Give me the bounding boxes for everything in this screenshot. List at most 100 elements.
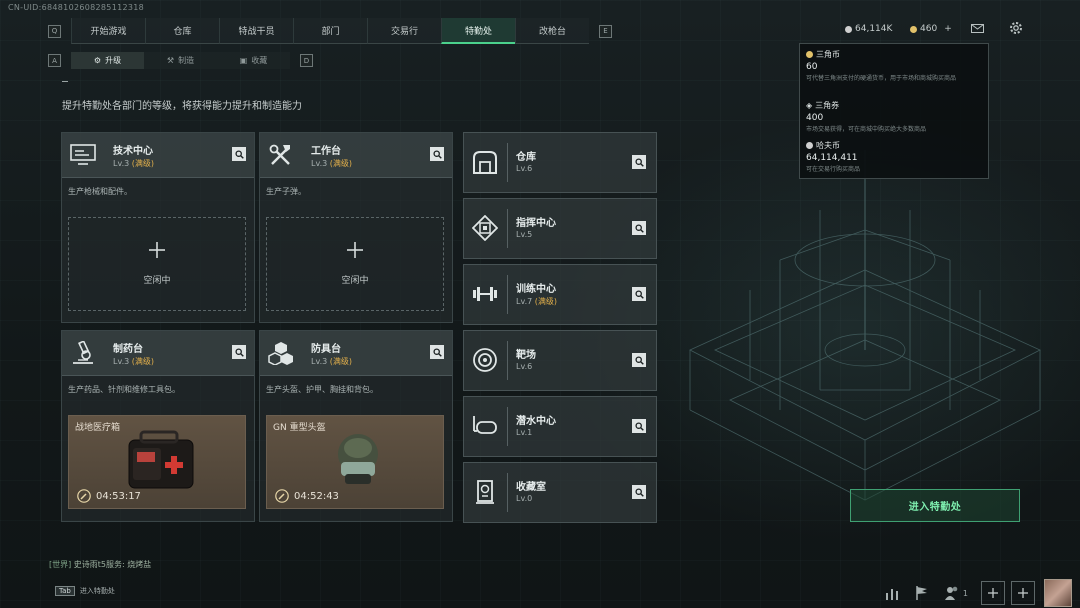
wrench-timer-icon [77,489,91,503]
facility-title: 潜水中心 [516,416,556,427]
tab-operators[interactable]: 特战干员 [219,18,293,44]
tab-gunsmith[interactable]: 改枪台 [515,18,589,44]
workshop-title: 工作台 [311,146,341,157]
add-gold-button[interactable]: + [944,24,952,34]
subnav-prev-key[interactable]: A [48,54,61,67]
facility-card-warehouse[interactable]: 仓库 Lv.6 [463,132,657,193]
inspect-button[interactable] [232,147,246,161]
subtab-collection[interactable]: ▣ 收藏 [217,52,290,69]
flag-icon[interactable] [914,585,930,601]
subtab-craft[interactable]: ⚒ 制造 [144,52,217,69]
wrench-timer-icon [275,489,289,503]
inspect-button[interactable] [632,485,646,499]
tooltip-item: ◈ 三角券 400 市场交易获得，可在商城中购买绝大多数商品 [806,100,981,134]
facility-title: 仓库 [516,152,536,163]
workshop-desc: 生产头盔、护甲、胸挂和背包。 [266,385,378,394]
inspect-button[interactable] [632,155,646,169]
trophy-icon [476,480,494,504]
inspect-button[interactable] [632,419,646,433]
idle-text: 空闲中 [341,276,369,286]
workshop-card-workbench[interactable]: 工作台 Lv.3 (满级) 生产子弹。 空闲中 [259,132,453,323]
product-name: GN 重型头盔 [273,423,326,433]
separator [507,209,508,248]
workshop-title: 技术中心 [113,146,153,157]
tab-special-ops[interactable]: 特勤处 [441,18,515,44]
plus-icon [1018,588,1028,598]
facility-level: Lv.6 [516,164,533,173]
nav-next-key[interactable]: E [599,24,612,38]
facility-card-collection-room[interactable]: 收藏室 Lv.0 [463,462,657,523]
facility-card-command-center[interactable]: 指挥中心 Lv.5 [463,198,657,259]
chip-icon [472,215,498,241]
tab-warehouse[interactable]: 仓库 [145,18,219,44]
add-teammate-button[interactable] [981,581,1005,605]
facility-level: Lv.1 [516,428,533,437]
workshop-card-armor[interactable]: 防具台 Lv.3 (满级) 生产头盔、护甲、胸挂和背包。 GN 重型头盔 04:… [259,330,453,522]
workshop-card-tech-center[interactable]: 技术中心 Lv.3 (满级) 生产枪械和配件。 空闲中 [61,132,255,323]
search-icon [634,289,644,299]
tab-start-game[interactable]: 开始游戏 [71,18,145,44]
search-icon [634,355,644,365]
tooltip-item-value: 400 [806,113,824,123]
upgrade-icon: ⚙ [93,56,102,65]
inspect-button[interactable] [632,353,646,367]
facility-title: 靶场 [516,350,536,361]
gear-icon[interactable] [1008,20,1024,36]
tooltip-item: 哈夫币 64,114,411 可在交易行购买商品 [806,140,981,174]
chat-message[interactable]: [世界] 史诗雨t5服务: 烧烤盐 [49,559,151,570]
facility-card-training-center[interactable]: 训练中心 Lv.7 (满级) [463,264,657,325]
subnav-next-key[interactable]: D [300,54,313,67]
separator [507,275,508,314]
production-slot[interactable]: GN 重型头盔 04:52:43 [266,415,444,509]
facility-card-shooting-range[interactable]: 靶场 Lv.6 [463,330,657,391]
tools-icon [269,144,290,165]
inspect-button[interactable] [232,345,246,359]
coins-display[interactable]: 64,114K [845,24,892,34]
medical-kit-image [128,430,194,489]
facility-level: Lv.7 (满级) [516,297,557,306]
inspect-button[interactable] [632,221,646,235]
workshop-level: Lv.3 (满级) [311,357,352,366]
workshop-level: Lv.3 (满级) [311,159,352,168]
inspect-button[interactable] [632,287,646,301]
facility-level: Lv.6 [516,362,533,371]
craft-icon: ⚒ [166,56,175,65]
gold-coin-icon [910,25,917,33]
mail-icon[interactable] [971,24,984,33]
inspect-button[interactable] [430,345,444,359]
coin-icon [845,25,852,33]
page-description: 提升特勤处各部门的等级，将获得能力提升和制造能力 [62,101,302,112]
stats-icon[interactable] [884,585,900,601]
avatar[interactable] [1044,579,1072,607]
currency-tooltip: 三角币 60 可代替三角洲支付的硬通货币，用于市场和商城购买商品 ◈ 三角券 40… [799,43,989,179]
idle-text: 空闲中 [143,276,171,286]
friends-icon[interactable] [944,585,960,601]
workshop-title: 制药台 [113,344,143,355]
nav-prev-key[interactable]: Q [48,24,61,38]
search-icon [432,149,442,159]
gold-display[interactable]: 460 + [910,24,952,34]
tab-hint[interactable]: Tab 进入特勤处 [55,586,115,596]
tab-trading[interactable]: 交易行 [367,18,441,44]
production-slot-idle[interactable]: 空闲中 [266,217,444,311]
workshop-card-pharmacy[interactable]: 制药台 Lv.3 (满级) 生产药品、针剂和维修工具包。 战地医疗箱 04:53… [61,330,255,522]
subtab-upgrade[interactable]: ⚙ 升级 [71,52,144,69]
inspect-button[interactable] [430,147,444,161]
production-slot[interactable]: 战地医疗箱 04:53:17 [68,415,246,509]
facility-card-diving-center[interactable]: 潜水中心 Lv.1 [463,396,657,457]
search-icon [634,487,644,497]
plus-icon [149,242,165,258]
plus-icon [988,588,998,598]
bottom-bar: 1 [877,578,1080,608]
tooltip-item-value: 60 [806,62,818,72]
coins-value: 64,114K [855,24,893,34]
production-slot-idle[interactable]: 空闲中 [68,217,246,311]
friends-count: 1 [962,588,968,598]
tab-departments[interactable]: 部门 [293,18,367,44]
add-teammate-button[interactable] [1011,581,1035,605]
tooltip-item-desc: 可在交易行购买商品 [806,166,861,173]
enter-special-ops-button[interactable]: 进入特勤处 [850,489,1020,522]
dumbbell-icon [473,287,497,301]
sub-nav: A ⚙ 升级 ⚒ 制造 ▣ 收藏 D [48,52,313,69]
workshop-title: 防具台 [311,344,341,355]
